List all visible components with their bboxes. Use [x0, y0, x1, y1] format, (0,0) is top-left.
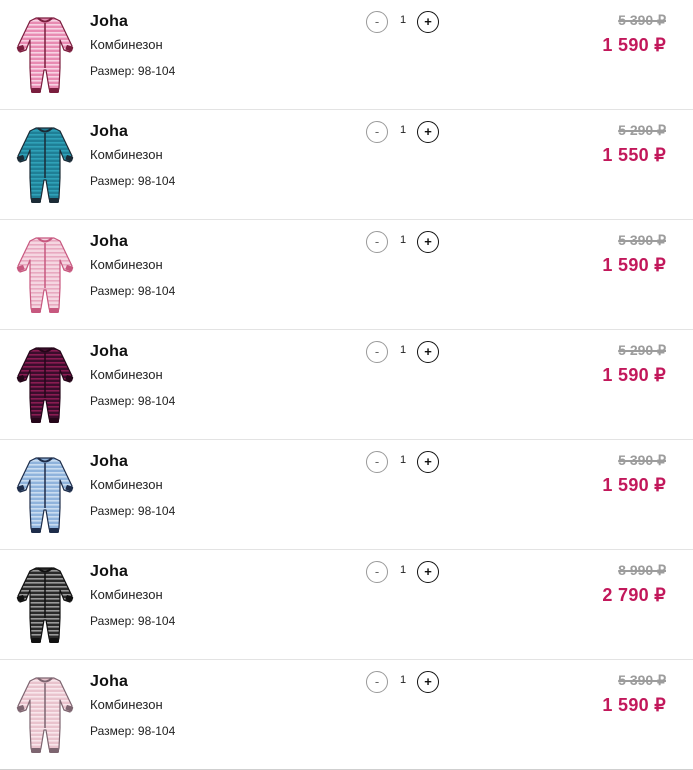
- quantity-value: 1: [399, 14, 407, 26]
- product-image[interactable]: [12, 232, 78, 316]
- product-brand[interactable]: Joha: [90, 233, 128, 251]
- product-image[interactable]: [12, 452, 78, 536]
- increase-quantity-button[interactable]: +: [417, 11, 439, 33]
- product-type: Комбинезон: [90, 477, 163, 492]
- product-image[interactable]: [12, 12, 78, 96]
- product-type: Комбинезон: [90, 587, 163, 602]
- quantity-value: 1: [399, 344, 407, 356]
- old-price: 5 390 ₽: [618, 12, 666, 28]
- sale-price: 1 590 ₽: [602, 255, 666, 275]
- quantity-stepper: - 1 +: [366, 341, 442, 365]
- product-brand[interactable]: Joha: [90, 123, 128, 141]
- product-size: Размер: 98-104: [90, 64, 176, 78]
- old-price: 5 390 ₽: [618, 232, 666, 248]
- decrease-quantity-button[interactable]: -: [366, 231, 388, 253]
- sale-price: 1 590 ₽: [602, 695, 666, 715]
- product-brand[interactable]: Joha: [90, 453, 128, 471]
- product-type: Комбинезон: [90, 697, 163, 712]
- cart-item: Joha Комбинезон Размер: 98-104 - 1 + 8 9…: [0, 550, 693, 660]
- product-type: Комбинезон: [90, 257, 163, 272]
- product-size: Размер: 98-104: [90, 174, 176, 188]
- product-image[interactable]: [12, 672, 78, 756]
- increase-quantity-button[interactable]: +: [417, 121, 439, 143]
- romper-icon: [16, 237, 74, 313]
- quantity-value: 1: [399, 674, 407, 686]
- product-type: Комбинезон: [90, 37, 163, 52]
- romper-icon: [16, 127, 74, 203]
- product-brand[interactable]: Joha: [90, 673, 128, 691]
- decrease-quantity-button[interactable]: -: [366, 561, 388, 583]
- product-image[interactable]: [12, 342, 78, 426]
- product-brand[interactable]: Joha: [90, 563, 128, 581]
- increase-quantity-button[interactable]: +: [417, 231, 439, 253]
- product-brand[interactable]: Joha: [90, 343, 128, 361]
- quantity-value: 1: [399, 564, 407, 576]
- sale-price: 1 590 ₽: [602, 475, 666, 495]
- old-price: 5 290 ₽: [618, 122, 666, 138]
- increase-quantity-button[interactable]: +: [417, 561, 439, 583]
- cart-item: Joha Комбинезон Размер: 98-104 - 1 + 5 3…: [0, 0, 693, 110]
- quantity-value: 1: [399, 124, 407, 136]
- product-size: Размер: 98-104: [90, 504, 176, 518]
- decrease-quantity-button[interactable]: -: [366, 451, 388, 473]
- cart-list: Joha Комбинезон Размер: 98-104 - 1 + 5 3…: [0, 0, 693, 770]
- romper-icon: [16, 347, 74, 423]
- cart-item: Joha Комбинезон Размер: 98-104 - 1 + 5 2…: [0, 330, 693, 440]
- quantity-stepper: - 1 +: [366, 451, 442, 475]
- romper-icon: [16, 17, 74, 93]
- decrease-quantity-button[interactable]: -: [366, 11, 388, 33]
- product-image[interactable]: [12, 122, 78, 206]
- decrease-quantity-button[interactable]: -: [366, 121, 388, 143]
- product-size: Размер: 98-104: [90, 394, 176, 408]
- product-type: Комбинезон: [90, 147, 163, 162]
- sale-price: 1 590 ₽: [602, 35, 666, 55]
- quantity-stepper: - 1 +: [366, 121, 442, 145]
- romper-icon: [16, 677, 74, 753]
- cart-item: Joha Комбинезон Размер: 98-104 - 1 + 5 3…: [0, 220, 693, 330]
- increase-quantity-button[interactable]: +: [417, 341, 439, 363]
- sale-price: 1 550 ₽: [602, 145, 666, 165]
- romper-icon: [16, 457, 74, 533]
- decrease-quantity-button[interactable]: -: [366, 671, 388, 693]
- cart-item: Joha Комбинезон Размер: 98-104 - 1 + 5 2…: [0, 110, 693, 220]
- old-price: 5 390 ₽: [618, 672, 666, 688]
- quantity-stepper: - 1 +: [366, 671, 442, 695]
- product-size: Размер: 98-104: [90, 284, 176, 298]
- product-type: Комбинезон: [90, 367, 163, 382]
- old-price: 5 290 ₽: [618, 342, 666, 358]
- product-size: Размер: 98-104: [90, 614, 176, 628]
- quantity-stepper: - 1 +: [366, 561, 442, 585]
- cart-item: Joha Комбинезон Размер: 98-104 - 1 + 5 3…: [0, 660, 693, 770]
- increase-quantity-button[interactable]: +: [417, 451, 439, 473]
- product-brand[interactable]: Joha: [90, 13, 128, 31]
- quantity-value: 1: [399, 454, 407, 466]
- old-price: 8 990 ₽: [618, 562, 666, 578]
- decrease-quantity-button[interactable]: -: [366, 341, 388, 363]
- quantity-stepper: - 1 +: [366, 231, 442, 255]
- old-price: 5 390 ₽: [618, 452, 666, 468]
- romper-icon: [16, 567, 74, 643]
- sale-price: 1 590 ₽: [602, 365, 666, 385]
- increase-quantity-button[interactable]: +: [417, 671, 439, 693]
- quantity-stepper: - 1 +: [366, 11, 442, 35]
- product-image[interactable]: [12, 562, 78, 646]
- product-size: Размер: 98-104: [90, 724, 176, 738]
- quantity-value: 1: [399, 234, 407, 246]
- sale-price: 2 790 ₽: [602, 585, 666, 605]
- cart-item: Joha Комбинезон Размер: 98-104 - 1 + 5 3…: [0, 440, 693, 550]
